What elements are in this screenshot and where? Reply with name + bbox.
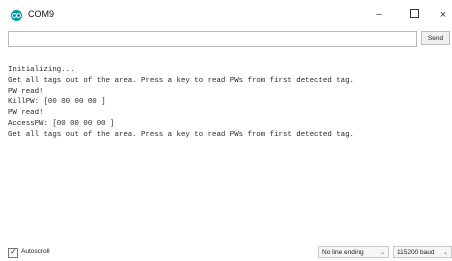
line-ending-select[interactable]: No line ending ⌄ bbox=[318, 246, 389, 258]
line-ending-value: No line ending bbox=[322, 249, 364, 256]
send-row: Send bbox=[8, 31, 450, 47]
output-line: PW read! bbox=[8, 87, 44, 96]
output-line: PW read! bbox=[8, 109, 44, 118]
send-button[interactable]: Send bbox=[421, 31, 450, 45]
close-button[interactable]: × bbox=[432, 6, 452, 24]
chevron-down-icon: ⌄ bbox=[442, 250, 448, 256]
checkmark-icon: ✓ bbox=[10, 247, 17, 256]
serial-input[interactable] bbox=[8, 31, 417, 47]
output-line: Get all tags out of the area. Press a ke… bbox=[8, 130, 354, 139]
maximize-button[interactable] bbox=[403, 6, 425, 24]
window-title: COM9 bbox=[28, 9, 55, 19]
output-line: KillPW: [00 00 00 00 ] bbox=[8, 98, 106, 107]
autoscroll-label[interactable]: Autoscroll bbox=[21, 248, 50, 255]
output-line: AccessPW: [00 00 00 00 ] bbox=[8, 119, 115, 128]
serial-monitor-window: COM9 – × Send Initializing... Get all ta… bbox=[0, 0, 452, 261]
maximize-icon bbox=[409, 8, 419, 18]
minimize-button[interactable]: – bbox=[368, 6, 390, 24]
output-line: Initializing... bbox=[8, 66, 75, 74]
autoscroll-checkbox[interactable]: ✓ bbox=[8, 247, 18, 258]
serial-output[interactable]: Initializing... Get all tags out of the … bbox=[8, 56, 444, 236]
title-bar: COM9 – × bbox=[0, 0, 452, 26]
baud-rate-select[interactable]: 115200 baud ⌄ bbox=[393, 246, 452, 258]
baud-rate-value: 115200 baud bbox=[397, 249, 435, 256]
chevron-down-icon: ⌄ bbox=[379, 250, 385, 256]
arduino-icon bbox=[11, 10, 22, 21]
output-line: Get all tags out of the area. Press a ke… bbox=[8, 76, 354, 85]
status-bar: ✓ Autoscroll No line ending ⌄ 115200 bau… bbox=[0, 244, 452, 261]
